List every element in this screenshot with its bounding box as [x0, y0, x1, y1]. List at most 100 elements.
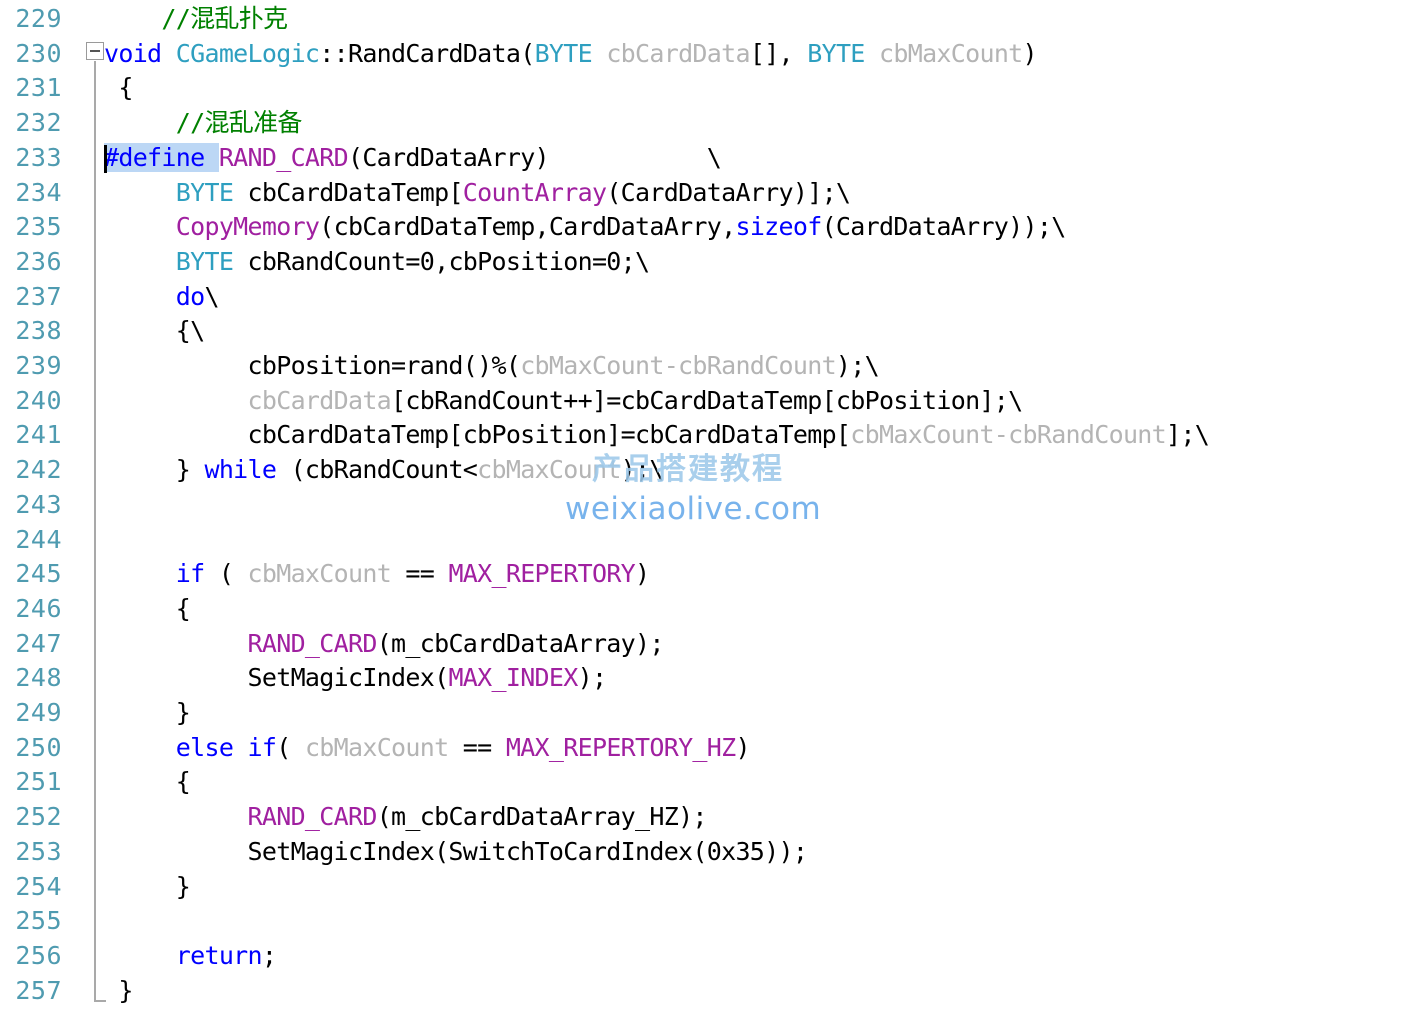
code-line[interactable]: BYTE cbCardDataTemp[CountArray(CardDataA… [104, 176, 851, 211]
line-number: 257 [15, 975, 62, 1005]
code-token: if [175, 559, 205, 589]
code-token: ( [276, 732, 305, 762]
code-token: { [104, 73, 133, 103]
code-token: ];\ [1166, 420, 1210, 450]
code-token: ) [735, 732, 750, 762]
code-token: ) [635, 559, 650, 589]
code-token: { [104, 767, 191, 797]
code-line[interactable]: {\ [104, 314, 205, 349]
code-token: cbCardDataTemp[cbPosition]=cbCardDataTem… [104, 420, 851, 450]
code-token: BYTE [807, 38, 865, 68]
code-line[interactable]: cbPosition=rand()%(cbMaxCount-cbRandCoun… [104, 349, 880, 384]
code-token: [cbRandCount++]=cbCardDataTemp[cbPositio… [391, 385, 1023, 415]
code-token: (m_cbCardDataArray_HZ); [376, 802, 708, 832]
code-line[interactable]: return; [104, 939, 277, 974]
code-token: (m_cbCardDataArray); [376, 628, 665, 658]
code-text-area[interactable]: //混乱扑克 void CGameLogic::RandCardData(BYTE… [104, 0, 1416, 1020]
code-line[interactable]: //混乱扑克 [104, 2, 288, 37]
code-token: ) [1022, 38, 1038, 68]
code-line[interactable]: else if( cbMaxCount == MAX_REPERTORY_HZ) [104, 731, 751, 766]
code-token: RAND_CARD [247, 628, 378, 658]
code-token: cbMaxCount-cbRandCount [520, 351, 836, 380]
line-number: 231 [15, 73, 62, 103]
code-token: SetMagicIndex(SwitchToCardIndex(0x35)); [104, 836, 808, 866]
code-token: (cbCardDataTemp,CardDataArry, [319, 212, 736, 242]
code-token: == [391, 559, 449, 589]
code-line[interactable]: } while (cbRandCount<cbMaxCount);\ [104, 453, 665, 488]
code-token: return [175, 940, 263, 970]
code-line[interactable]: } [104, 974, 133, 1009]
line-number: 249 [15, 698, 62, 727]
code-line[interactable]: void CGameLogic::RandCardData(BYTE cbCar… [104, 37, 1038, 72]
code-token: BYTE [175, 177, 234, 207]
code-token: cbCardData [247, 385, 392, 415]
code-line[interactable]: } [104, 870, 191, 905]
line-number: 250 [15, 732, 62, 762]
code-line[interactable]: cbCardData[cbRandCount++]=cbCardDataTemp… [104, 384, 1024, 419]
code-line[interactable]: #define RAND_CARD(CardDataArry) \ [104, 141, 722, 176]
line-number: 236 [15, 246, 62, 276]
code-token: cbPosition=rand()%( [104, 351, 521, 380]
code-token: RAND_CARD [247, 802, 378, 832]
code-editor[interactable]: 229 230 231 232 233 234 235 236 237 238 239 240 241 2… [0, 0, 1416, 1020]
line-number: 253 [15, 836, 62, 866]
code-token: ); [577, 663, 607, 693]
code-token: (CardDataArry)];\ [606, 177, 851, 207]
code-token: (cbRandCount< [276, 455, 478, 485]
selected-token: #define [104, 142, 219, 172]
code-line[interactable]: //混乱准备 [104, 106, 303, 141]
code-line[interactable]: { [104, 765, 191, 800]
code-line[interactable]: SetMagicIndex(MAX_INDEX); [104, 661, 608, 696]
code-line[interactable]: SetMagicIndex(SwitchToCardIndex(0x35)); [104, 835, 808, 870]
code-token: );\ [835, 351, 880, 380]
code-line[interactable]: } [104, 696, 191, 731]
code-token: } [104, 975, 133, 1005]
code-token: ( [204, 559, 248, 589]
code-line[interactable]: do\ [104, 280, 220, 315]
line-number: 243 [15, 489, 62, 519]
code-token: MAX_REPERTORY [448, 559, 636, 589]
code-token: cbMaxCount [304, 732, 449, 762]
line-number: 252 [15, 802, 62, 832]
code-token: RAND_CARD [218, 142, 349, 172]
code-line[interactable]: BYTE cbRandCount=0,cbPosition=0;\ [104, 245, 650, 280]
code-token: } [104, 871, 191, 901]
line-number: 255 [15, 906, 62, 936]
line-number: 241 [15, 420, 62, 450]
line-number-gutter: 229 230 231 232 233 234 235 236 237 238 239 240 241 2… [0, 0, 78, 1020]
code-token: CountArray [462, 177, 607, 207]
code-token: } [104, 455, 205, 485]
line-number: 254 [15, 871, 62, 901]
code-token: BYTE [175, 246, 234, 276]
line-number: 234 [15, 177, 62, 207]
code-line[interactable]: cbCardDataTemp[cbPosition]=cbCardDataTem… [104, 418, 1210, 453]
code-token: cbMaxCount [477, 455, 621, 485]
code-token: SetMagicIndex( [104, 663, 450, 693]
line-number: 256 [15, 940, 62, 970]
code-token: } [104, 698, 191, 727]
code-line[interactable]: CopyMemory(cbCardDataTemp,CardDataArry,s… [104, 210, 1066, 245]
code-token: cbMaxCount-cbRandCount [850, 420, 1167, 450]
collapse-toggle-icon[interactable] [86, 41, 104, 60]
code-token: void [104, 38, 162, 68]
code-line[interactable]: { [104, 71, 133, 106]
code-line[interactable]: RAND_CARD(m_cbCardDataArray); [104, 627, 665, 662]
line-number: 247 [15, 628, 62, 658]
code-line[interactable]: RAND_CARD(m_cbCardDataArray_HZ); [104, 800, 708, 835]
code-token: (CardDataArry) \ [347, 142, 722, 172]
code-fold-guide-line [94, 60, 96, 1000]
code-line[interactable]: if ( cbMaxCount == MAX_REPERTORY) [104, 557, 650, 592]
code-line[interactable]: { [104, 592, 191, 627]
